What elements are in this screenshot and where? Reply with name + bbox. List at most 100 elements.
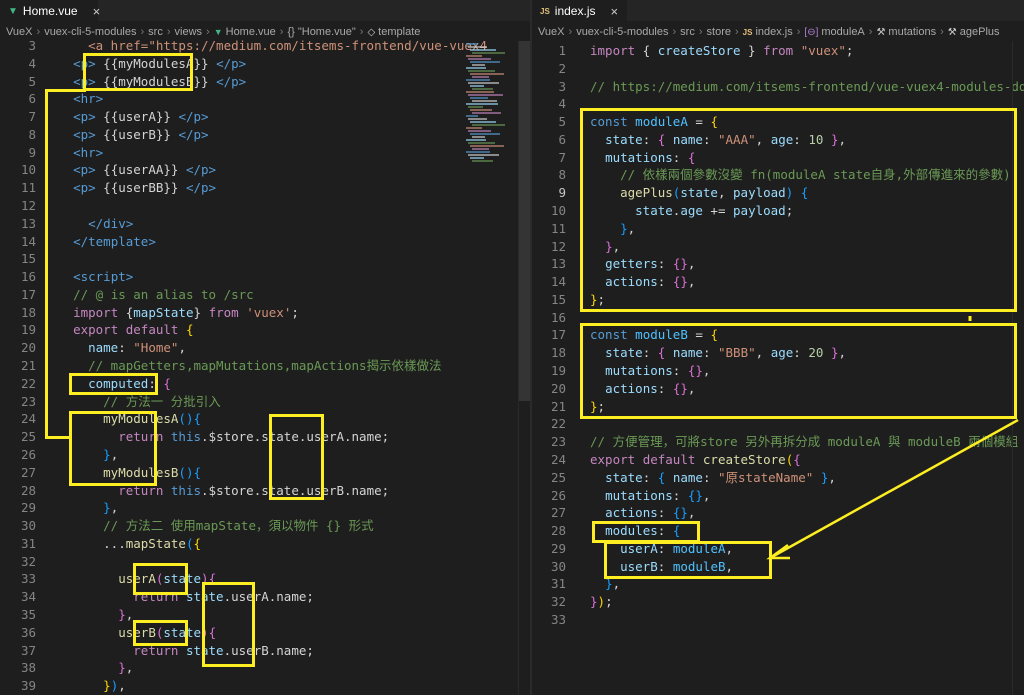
code-line[interactable]: 22 computed: { — [0, 375, 530, 393]
code-line[interactable]: 21 // mapGetters,mapMutations,mapActions… — [0, 357, 530, 375]
left-code-editor[interactable]: 3 <a href="https://medium.com/itsems-fro… — [0, 38, 530, 695]
scrollbar-thumb[interactable] — [519, 41, 530, 401]
code-line[interactable]: 16 <script> — [0, 268, 530, 286]
code-line[interactable]: 19 mutations: {}, — [532, 362, 1024, 380]
code-line[interactable]: 14 actions: {}, — [532, 273, 1024, 291]
code-token: } — [590, 398, 598, 414]
breadcrumb-item[interactable]: ⚒ mutations — [876, 26, 936, 38]
vertical-scrollbar[interactable] — [518, 41, 530, 695]
code-line[interactable]: 5 <p> {{myModulesB}} </p> — [0, 73, 530, 91]
code-line[interactable]: 26 }, — [0, 446, 530, 464]
code-line[interactable]: 9 agePlus(state, payload) { — [532, 184, 1024, 202]
vertical-scrollbar[interactable] — [1012, 41, 1024, 695]
minimap[interactable] — [462, 41, 518, 162]
code-line[interactable]: 7 <p> {{userA}} </p> — [0, 108, 530, 126]
code-token: computed — [88, 375, 149, 391]
breadcrumb-item[interactable]: JS index.js — [743, 26, 793, 38]
code-line[interactable]: 15 — [0, 250, 530, 268]
code-line[interactable]: 12 }, — [532, 238, 1024, 256]
code-line[interactable]: 16 — [532, 309, 1024, 327]
code-line[interactable]: 4 — [532, 95, 1024, 113]
code-line[interactable]: 1 import { createStore } from "vuex"; — [532, 42, 1024, 60]
code-line[interactable]: 14 </template> — [0, 233, 530, 251]
breadcrumb-item[interactable]: vuex-cli-5-modules — [576, 26, 668, 38]
code-line[interactable]: 15}; — [532, 291, 1024, 309]
code-line[interactable]: 20 name: "Home", — [0, 339, 530, 357]
code-line[interactable]: 21}; — [532, 398, 1024, 416]
code-line[interactable]: 30 userB: moduleB, — [532, 558, 1024, 576]
close-icon[interactable]: × — [93, 4, 101, 19]
code-line[interactable]: 6 state: { name: "AAA", age: 10 }, — [532, 131, 1024, 149]
code-line[interactable]: 10 state.age += payload; — [532, 202, 1024, 220]
code-line[interactable]: 27 myModulesB(){ — [0, 464, 530, 482]
code-line[interactable]: 24 export default createStore({ — [532, 451, 1024, 469]
code-line[interactable]: 39 }), — [0, 677, 530, 695]
minimap-line — [472, 64, 485, 66]
code-line[interactable]: 33 userA(state){ — [0, 570, 530, 588]
code-line[interactable]: 27 actions: {}, — [532, 504, 1024, 522]
breadcrumb-item[interactable]: src — [680, 26, 695, 38]
code-line[interactable]: 35 }, — [0, 606, 530, 624]
code-line[interactable]: 34 return state.userA.name; — [0, 588, 530, 606]
tab-home-vue[interactable]: ▼ Home.vue × — [0, 0, 101, 22]
code-line[interactable]: 4 <p> {{myModulesA}} </p> — [0, 55, 530, 73]
breadcrumb-item[interactable]: store — [707, 26, 731, 38]
code-line[interactable]: 25 state: { name: "原stateName" }, — [532, 469, 1024, 487]
code-line[interactable]: 3 // https://medium.com/itsems-frontend/v… — [532, 78, 1024, 96]
code-line[interactable]: 32}); — [532, 593, 1024, 611]
code-line[interactable]: 28 modules: { — [532, 522, 1024, 540]
code-line[interactable]: 13 getters: {}, — [532, 255, 1024, 273]
code-line[interactable]: 5 const moduleA = { — [532, 113, 1024, 131]
breadcrumb-item[interactable]: [⊖] moduleA — [804, 26, 864, 38]
tab-index-js[interactable]: JS index.js × — [532, 0, 627, 22]
code-line[interactable]: 31 ...mapState({ — [0, 535, 530, 553]
code-line[interactable]: 11 <p> {{userBB}} </p> — [0, 179, 530, 197]
code-line[interactable]: 19 export default { — [0, 321, 530, 339]
code-line[interactable]: 18 import {mapState} from 'vuex'; — [0, 304, 530, 322]
code-line[interactable]: 11 }, — [532, 220, 1024, 238]
code-line[interactable]: 24 myModulesA(){ — [0, 410, 530, 428]
code-line[interactable]: 13 </div> — [0, 215, 530, 233]
code-line[interactable]: 25 return this.$store.state.userA.name; — [0, 428, 530, 446]
code-line[interactable]: 12 — [0, 197, 530, 215]
code-line[interactable]: 6 <hr> — [0, 90, 530, 108]
code-line[interactable]: 32 — [0, 553, 530, 571]
code-line[interactable]: 36 userB(state){ — [0, 624, 530, 642]
code-token: "AAA" — [718, 131, 756, 147]
code-line[interactable]: 17 const moduleB = { — [532, 326, 1024, 344]
code-line[interactable]: 37 return state.userB.name; — [0, 642, 530, 660]
breadcrumb-item[interactable]: VueX — [538, 26, 565, 38]
code-line[interactable]: 33 — [532, 611, 1024, 629]
code-line[interactable]: 9 <hr> — [0, 144, 530, 162]
breadcrumb-item[interactable]: ⚒ agePlus — [948, 26, 1000, 38]
code-token: moduleB — [635, 327, 688, 343]
code-line[interactable]: 23 // 方便管理，可將store 另外再拆分成 moduleA 與 modul… — [532, 433, 1024, 451]
minimap-line — [468, 58, 491, 60]
code-line[interactable]: 3 <a href="https://medium.com/itsems-fro… — [0, 37, 530, 55]
code-token: {{userBB}} — [95, 180, 186, 196]
code-line[interactable]: 7 mutations: { — [532, 149, 1024, 167]
code-line[interactable]: 29 }, — [0, 499, 530, 517]
code-token: ) — [201, 571, 209, 587]
code-line[interactable]: 20 actions: {}, — [532, 380, 1024, 398]
code-line[interactable]: 31 }, — [532, 575, 1024, 593]
code-token: // 方法一 分批引入 — [103, 393, 221, 409]
code-line[interactable]: 2 — [532, 60, 1024, 78]
code-line[interactable]: 8 // 依樣兩個參數沒變 fn(moduleA state自身,外部傳進來的參… — [532, 166, 1024, 184]
code-line[interactable]: 28 return this.$store.state.userB.name; — [0, 482, 530, 500]
code-line[interactable]: 26 mutations: {}, — [532, 487, 1024, 505]
code-line[interactable]: 10 <p> {{userAA}} </p> — [0, 161, 530, 179]
code-line[interactable]: 30 // 方法二 使用mapState，須以物件 {} 形式 — [0, 517, 530, 535]
code-token: {{userA}} — [95, 109, 179, 125]
right-code-editor[interactable]: 1 import { createStore } from "vuex"; 2 3//… — [532, 41, 1024, 695]
code-line[interactable]: 22 — [532, 415, 1024, 433]
code-line[interactable]: 29 userA: moduleA, — [532, 540, 1024, 558]
code-line[interactable]: 17 // @ is an alias to /src — [0, 286, 530, 304]
code-line[interactable]: 38 }, — [0, 659, 530, 677]
code-line[interactable]: 23 // 方法一 分批引入 — [0, 393, 530, 411]
close-icon[interactable]: × — [610, 4, 618, 19]
code-line[interactable]: 18 state: { name: "BBB", age: 20 }, — [532, 344, 1024, 362]
minimap-line — [470, 61, 500, 63]
code-line[interactable]: 8 <p> {{userB}} </p> — [0, 126, 530, 144]
code-text: const moduleB = { — [590, 326, 718, 344]
